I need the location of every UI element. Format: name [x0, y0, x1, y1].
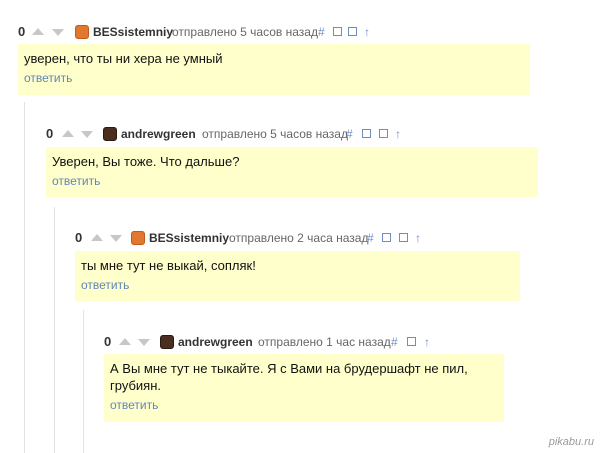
comment-author[interactable]: andrewgreen [178, 333, 253, 351]
comment-timestamp: отправлено 1 час назад [258, 335, 391, 349]
arrow-up-icon[interactable]: ↑ [395, 125, 401, 143]
downvote-icon[interactable] [110, 235, 122, 242]
comment-timestamp: отправлено 2 часа назад [229, 231, 369, 245]
show-parent-icon[interactable] [362, 129, 371, 138]
thread-line [54, 207, 55, 453]
upvote-icon[interactable] [119, 338, 131, 345]
comment-text: уверен, что ты ни хера не умный [24, 51, 223, 66]
save-icon[interactable] [379, 129, 388, 138]
comment: 0 BESsistemniy отправлено 2 часа назад #… [75, 229, 520, 301]
comment-score: 0 [75, 230, 83, 245]
thread-line [24, 102, 25, 453]
comment-text: ты мне тут не выкай, сопляк! [81, 258, 256, 273]
watermark: pikabu.ru [548, 436, 594, 448]
avatar[interactable] [160, 335, 174, 349]
comment-text: Уверен, Вы тоже. Что дальше? [52, 154, 240, 169]
downvote-icon[interactable] [138, 339, 150, 346]
upvote-icon[interactable] [32, 28, 44, 35]
upvote-icon[interactable] [91, 234, 103, 241]
comment-score: 0 [18, 24, 26, 39]
comment: 0 andrewgreen отправлено 5 часов назад #… [46, 125, 538, 197]
comment-author[interactable]: BESsistemniy [93, 23, 173, 41]
avatar[interactable] [131, 231, 145, 245]
downvote-icon[interactable] [81, 131, 93, 138]
avatar[interactable] [103, 127, 117, 141]
comment-body: уверен, что ты ни хера не умный ответить [18, 44, 530, 95]
comment-timestamp: отправлено 5 часов назад [202, 127, 348, 141]
downvote-icon[interactable] [52, 29, 64, 36]
comment-timestamp: отправлено 5 часов назад [172, 25, 318, 39]
save-icon[interactable] [399, 233, 408, 242]
permalink-hash-icon[interactable]: # [346, 125, 353, 143]
comment-meta: 0 andrewgreen отправлено 5 часов назад #… [46, 125, 538, 145]
comment-author[interactable]: BESsistemniy [149, 229, 229, 247]
comment-score: 0 [104, 334, 112, 349]
comment: 0 andrewgreen отправлено 1 час назад # ↑… [104, 333, 504, 422]
comment-score: 0 [46, 126, 54, 141]
arrow-up-icon[interactable]: ↑ [415, 229, 421, 247]
avatar[interactable] [75, 25, 89, 39]
show-parent-icon[interactable] [333, 27, 342, 36]
comment-meta: 0 BESsistemniy отправлено 2 часа назад #… [75, 229, 520, 249]
comment-text: А Вы мне тут не тыкайте. Я с Вами на бру… [110, 361, 468, 393]
reply-link[interactable]: ответить [24, 71, 524, 85]
permalink-hash-icon[interactable]: # [318, 23, 325, 41]
reply-link[interactable]: ответить [52, 174, 532, 188]
comment-body: Уверен, Вы тоже. Что дальше? ответить [46, 147, 538, 197]
permalink-hash-icon[interactable]: # [391, 333, 398, 351]
reply-link[interactable]: ответить [110, 398, 498, 412]
comment-meta: 0 andrewgreen отправлено 1 час назад # ↑ [104, 333, 504, 353]
show-parent-icon[interactable] [382, 233, 391, 242]
save-icon[interactable] [407, 337, 416, 346]
comment-meta: 0 BESsistemniy отправлено 5 часов назад … [18, 23, 530, 43]
save-icon[interactable] [348, 27, 357, 36]
arrow-up-icon[interactable]: ↑ [424, 333, 430, 351]
arrow-up-icon[interactable]: ↑ [364, 23, 370, 41]
upvote-icon[interactable] [62, 130, 74, 137]
permalink-hash-icon[interactable]: # [367, 229, 374, 247]
comment-body: А Вы мне тут не тыкайте. Я с Вами на бру… [104, 354, 504, 422]
reply-link[interactable]: ответить [81, 278, 514, 292]
thread-line [83, 310, 84, 453]
comment-body: ты мне тут не выкай, сопляк! ответить [75, 251, 520, 301]
comment: 0 BESsistemniy отправлено 5 часов назад … [18, 23, 530, 95]
comment-author[interactable]: andrewgreen [121, 125, 196, 143]
